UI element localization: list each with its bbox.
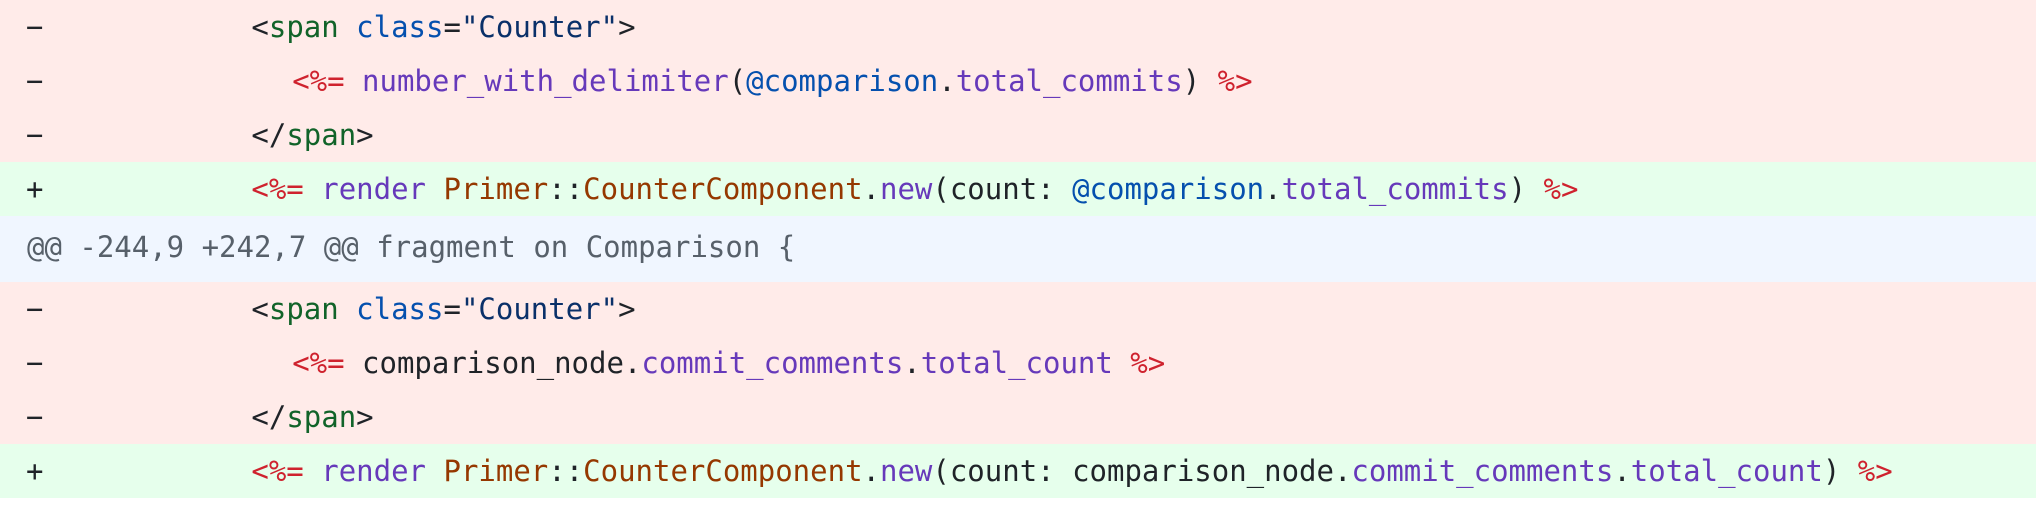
deletion-marker: − [26, 400, 44, 434]
code-line: <%= render Primer::CounterComponent.new(… [251, 444, 1892, 498]
code-token: span [286, 400, 357, 434]
addition-marker: + [26, 172, 44, 206]
code-token: ) [1822, 454, 1858, 488]
code-token: total_count [1630, 454, 1823, 488]
code-token: %> [1857, 454, 1893, 488]
code-token: = [443, 10, 461, 44]
code-token: class [356, 10, 444, 44]
code-token: ( [728, 64, 747, 98]
diff-view: − <span class="Counter"> − <%= number_with_… [0, 0, 2036, 498]
hunk-header[interactable]: @@ -244,9 +242,7 @@ fragment on Comparis… [0, 216, 2036, 282]
code-token: @@ -244,9 +242,7 @@ fragment on Comparis… [27, 230, 796, 264]
deletion-marker: − [26, 118, 44, 152]
code-token: @comparison [1072, 172, 1265, 206]
code-token: new [880, 454, 933, 488]
code-token: "Counter" [460, 292, 619, 326]
code-token: commit_comments [641, 346, 904, 380]
code-token: </ [251, 118, 287, 152]
code-line: </span> [251, 108, 373, 162]
code-token: </ [251, 400, 287, 434]
code-line: <span class="Counter"> [251, 282, 635, 336]
code-token: span [268, 292, 339, 326]
code-token: < [251, 10, 269, 44]
code-token: new [880, 172, 933, 206]
code-token: <%= [251, 454, 304, 488]
code-token: Primer [443, 454, 549, 488]
code-token: class [356, 292, 444, 326]
deletion-marker: − [26, 10, 44, 44]
code-token: comparison_node. [344, 346, 642, 380]
code-token: @comparison [746, 64, 939, 98]
code-token: (count: comparison_node. [932, 454, 1352, 488]
code-token: commit_comments [1351, 454, 1614, 488]
code-token: . [938, 64, 956, 98]
code-token: total_commits [955, 64, 1183, 98]
code-token: total_commits [1281, 172, 1509, 206]
code-line: <%= render Primer::CounterComponent.new(… [251, 162, 1578, 216]
code-token: %> [1543, 172, 1579, 206]
code-token: (count: [932, 172, 1073, 206]
code-token: ) [1508, 172, 1544, 206]
code-token: < [251, 292, 269, 326]
code-token: :: [548, 172, 584, 206]
diff-line-deletion: − <span class="Counter"> [0, 282, 2036, 336]
deletion-marker: − [26, 346, 44, 380]
code-token: . [1613, 454, 1631, 488]
code-token: = [443, 292, 461, 326]
code-token: . [862, 172, 880, 206]
code-token: %> [1130, 346, 1166, 380]
code-line: <span class="Counter"> [251, 0, 635, 54]
code-token: > [356, 118, 374, 152]
code-token: render [321, 454, 427, 488]
code-token: > [356, 400, 374, 434]
addition-marker: + [26, 454, 44, 488]
code-token: . [862, 454, 880, 488]
code-token: number_with_delimiter [362, 64, 729, 98]
code-line: @@ -244,9 +242,7 @@ fragment on Comparis… [27, 216, 795, 278]
code-token: span [286, 118, 357, 152]
deletion-marker: − [26, 292, 44, 326]
code-token: %> [1217, 64, 1253, 98]
code-token: ) [1182, 64, 1218, 98]
diff-line-addition: + <%= render Primer::CounterComponent.new… [0, 162, 2036, 216]
code-line: <%= number_with_delimiter(@comparison.to… [292, 54, 1252, 108]
code-token: . [1264, 172, 1282, 206]
code-token: <%= [251, 172, 304, 206]
code-token: . [903, 346, 921, 380]
deletion-marker: − [26, 64, 44, 98]
diff-line-addition: + <%= render Primer::CounterComponent.new… [0, 444, 2036, 498]
code-token: <%= [292, 346, 345, 380]
code-token: > [618, 292, 636, 326]
code-token: CounterComponent [583, 172, 863, 206]
code-line: <%= comparison_node.commit_comments.tota… [292, 336, 1165, 390]
code-token: Primer [443, 172, 549, 206]
code-token: "Counter" [460, 10, 619, 44]
code-token: <%= [292, 64, 345, 98]
diff-line-deletion: − </span> [0, 390, 2036, 444]
code-token: render [321, 172, 427, 206]
diff-line-deletion: − <%= number_with_delimiter(@comparison.t… [0, 54, 2036, 108]
diff-line-deletion: − <%= comparison_node.commit_comments.tot… [0, 336, 2036, 390]
code-token: CounterComponent [583, 454, 863, 488]
code-token: > [618, 10, 636, 44]
diff-line-deletion: − </span> [0, 108, 2036, 162]
code-token: :: [548, 454, 584, 488]
code-line: </span> [251, 390, 373, 444]
diff-line-deletion: − <span class="Counter"> [0, 0, 2036, 54]
code-token: span [268, 10, 339, 44]
code-token: total_count [920, 346, 1113, 380]
